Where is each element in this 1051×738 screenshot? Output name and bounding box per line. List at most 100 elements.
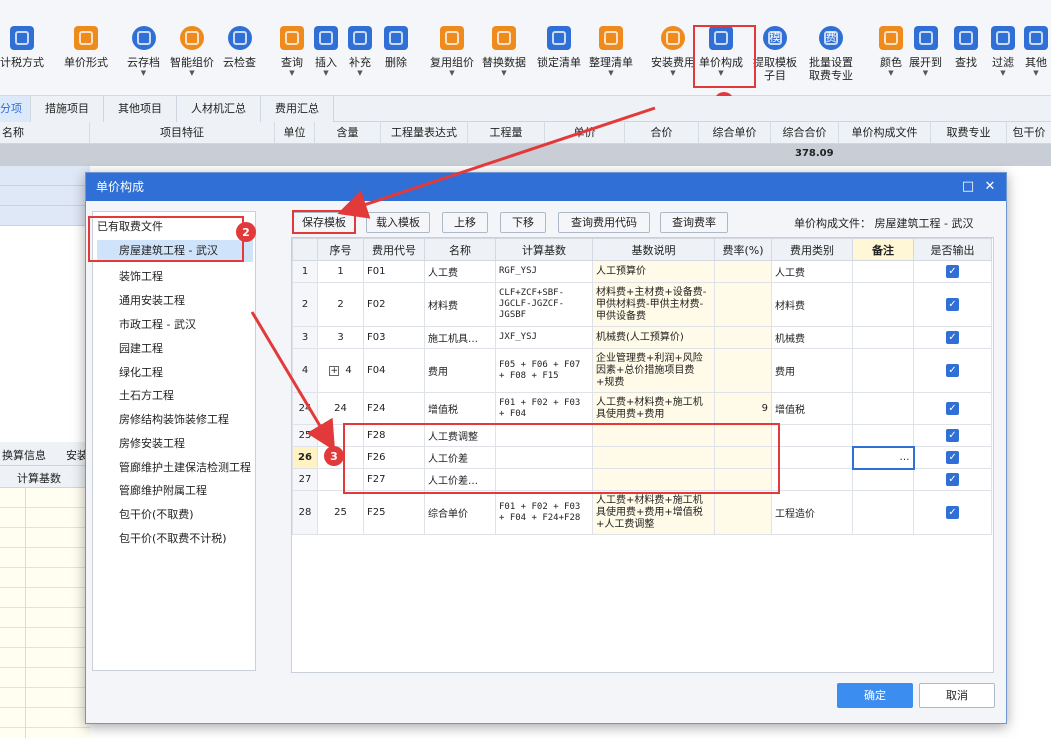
tree-item[interactable]: 装饰工程	[119, 268, 163, 284]
grid-row[interactable]	[0, 186, 90, 206]
load-template-button[interactable]: 载入模板	[366, 212, 430, 233]
table-row[interactable]: 1 1 F01 人工费 RGF_YSJ 人工预算价 人工费 ✓	[292, 260, 992, 283]
move-down-button[interactable]: 下移	[500, 212, 546, 233]
replace-data-button[interactable]: 替换数据 ▼	[482, 26, 526, 92]
table-row[interactable]: 4 +4 F04 费用 F05 + F06 + F07 + F08 + F15 …	[292, 348, 992, 393]
tax-icon	[10, 26, 34, 50]
col-remark: 备注	[852, 238, 914, 261]
table-row[interactable]: 2 2 F02 材料费 CLF+ZCF+SBF-JGCLF-JGZCF-JGSB…	[292, 282, 992, 327]
cloud-save-button[interactable]: 云存档 ▼	[127, 26, 160, 92]
chevron-down-icon: ▼	[1033, 69, 1039, 77]
col-fee-specialty: 取费专业	[931, 122, 1007, 144]
dialog-title: 单价构成	[86, 173, 1006, 201]
fee-file-tree: 已有取费文件 房屋建筑工程 - 武汉 装饰工程 通用安装工程 市政工程 - 武汉…	[92, 211, 256, 671]
tab-other-items[interactable]: 其他项目	[104, 96, 177, 122]
output-checkbox[interactable]: ✓	[946, 506, 959, 519]
cloud-check-button[interactable]: 云检查	[223, 26, 256, 92]
lower-grid-header: 计算基数	[0, 466, 90, 488]
tree-item[interactable]: 管廊维护附属工程	[119, 482, 207, 498]
extract-template-button[interactable]: 模 提取模板 子目	[753, 26, 797, 92]
query-fee-code-button[interactable]: 查询费用代码	[558, 212, 650, 233]
tree-item[interactable]: 房修结构装饰装修工程	[119, 411, 229, 427]
close-icon[interactable]: ✕	[982, 179, 998, 195]
move-up-button[interactable]: 上移	[442, 212, 488, 233]
output-checkbox[interactable]: ✓	[946, 451, 960, 464]
remark-cell-editing[interactable]: …	[851, 445, 915, 470]
expand-plus-icon[interactable]: +	[329, 366, 340, 376]
ok-button[interactable]: 确定	[837, 683, 913, 708]
col-fee-category: 费用类别	[771, 238, 853, 261]
chevron-down-icon: ▼	[608, 69, 614, 77]
ellipsis-button[interactable]: …	[900, 452, 910, 463]
supplement-button[interactable]: 补充 ▼	[348, 26, 372, 92]
lower-grid	[0, 488, 90, 738]
output-checkbox[interactable]: ✓	[946, 402, 959, 415]
highlight-box-1	[693, 25, 756, 88]
table-row[interactable]: 28 25 F25 综合单价 F01 + F02 + F03 + F04 + F…	[292, 490, 992, 535]
tax-method-button[interactable]: 计税方式	[0, 26, 44, 92]
col-base-desc: 基数说明	[592, 238, 715, 261]
tree-item[interactable]: 包干价(不取费不计税)	[119, 530, 227, 546]
output-checkbox[interactable]: ✓	[946, 429, 959, 442]
maximize-icon[interactable]: □	[960, 179, 976, 195]
output-checkbox[interactable]: ✓	[946, 364, 959, 377]
grid-row[interactable]	[0, 206, 90, 226]
tree-item[interactable]: 管廊维护土建保洁检测工程	[119, 459, 251, 475]
reuse-icon	[440, 26, 464, 50]
col-quantity-expr: 工程量表达式	[381, 122, 468, 144]
batch-setup-button[interactable]: 费 批量设置 取费专业	[809, 26, 853, 92]
tab-labor-material-summary[interactable]: 人材机汇总	[177, 96, 261, 122]
grid-row[interactable]	[0, 166, 90, 186]
chevron-down-icon: ▼	[501, 69, 507, 77]
chevron-down-icon: ▼	[1000, 69, 1006, 77]
tree-item[interactable]: 通用安装工程	[119, 292, 185, 308]
table-row[interactable]: 24 24 F24 增值税 F01 + F02 + F03 + F04 人工费+…	[292, 392, 992, 425]
smart-pricing-button[interactable]: 智能组价 ▼	[170, 26, 214, 92]
tree-item[interactable]: 包干价(不取费)	[119, 506, 194, 522]
summary-value: 378.09	[795, 148, 834, 159]
tree-item[interactable]: 房修安装工程	[119, 435, 185, 451]
tree-item[interactable]: 园建工程	[119, 340, 163, 356]
tree-item[interactable]: 绿化工程	[119, 364, 163, 380]
output-checkbox[interactable]: ✓	[946, 298, 959, 311]
query-button[interactable]: 查询 ▼	[280, 26, 304, 92]
cancel-button[interactable]: 取消	[919, 683, 995, 708]
fee-icon: 费	[819, 26, 843, 50]
organize-list-button[interactable]: 整理清单 ▼	[589, 26, 633, 92]
col-features: 项目特征	[90, 122, 275, 144]
lock-list-button[interactable]: 锁定清单	[537, 26, 581, 92]
reuse-pricing-button[interactable]: 复用组价 ▼	[430, 26, 474, 92]
filter-icon	[991, 26, 1015, 50]
install-fee-button[interactable]: 安装费用 ▼	[651, 26, 695, 92]
expand-to-button[interactable]: 展开到 ▼	[909, 26, 942, 92]
col-composite-unit-price: 综合单价	[699, 122, 771, 144]
col-price-file: 单价构成文件	[839, 122, 931, 144]
chevron-down-icon: ▼	[289, 69, 295, 77]
output-checkbox[interactable]: ✓	[946, 331, 959, 344]
highlight-box-3	[343, 423, 780, 494]
col-unit: 单位	[275, 122, 315, 144]
col-fee-code: 费用代号	[363, 238, 425, 261]
table-row[interactable]: 3 3 F03 施工机具… JXF_YSJ 机械费(人工预算价) 机械费 ✓	[292, 326, 992, 349]
insert-rows-icon	[314, 26, 338, 50]
highlight-box-2	[88, 216, 244, 262]
query-fee-rate-button[interactable]: 查询费率	[660, 212, 728, 233]
find-button[interactable]: 查找	[954, 26, 978, 92]
output-checkbox[interactable]: ✓	[946, 265, 959, 278]
tree-item[interactable]: 市政工程 - 武汉	[119, 316, 196, 332]
tab-conversion-info[interactable]: 换算信息	[2, 447, 46, 463]
tab-measures[interactable]: 措施项目	[31, 96, 104, 122]
insert-button[interactable]: 插入 ▼	[314, 26, 338, 92]
output-checkbox[interactable]: ✓	[946, 473, 959, 486]
tab-fee-summary[interactable]: 费用汇总	[261, 96, 334, 122]
tree-expand-icon	[913, 26, 938, 50]
color-button[interactable]: 颜色 ▼	[879, 26, 903, 92]
tree-item[interactable]: 土石方工程	[119, 387, 174, 403]
col-content: 含量	[315, 122, 381, 144]
other-button[interactable]: 其他 ▼	[1024, 26, 1048, 92]
tab-items[interactable]: 分项	[0, 96, 31, 122]
delete-button[interactable]: 删除	[384, 26, 408, 92]
filter-button[interactable]: 过滤 ▼	[991, 26, 1015, 92]
smart-pricing-icon	[180, 26, 204, 50]
unit-price-form-button[interactable]: 单价形式	[64, 26, 108, 92]
